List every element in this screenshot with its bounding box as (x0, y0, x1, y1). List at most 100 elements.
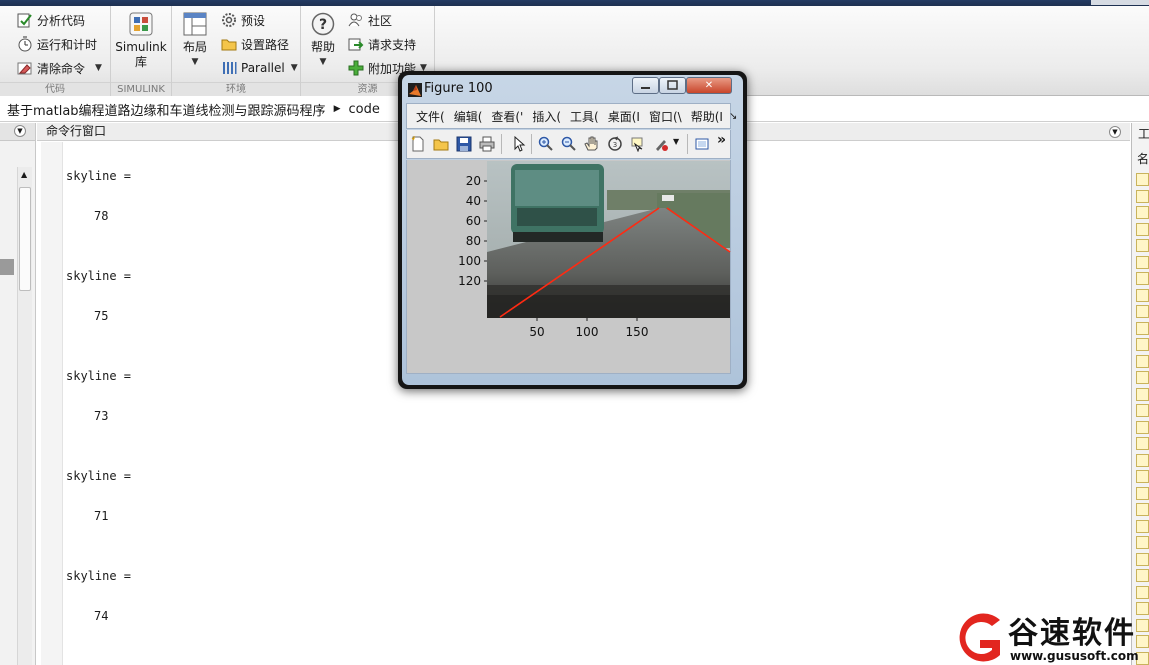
workspace-variable-icon[interactable] (1136, 420, 1149, 434)
menu-view[interactable]: 查看(' (491, 108, 523, 125)
left-panel-scroll-thumb[interactable] (19, 187, 31, 291)
folder-icon (221, 36, 237, 52)
workspace-variable-icon[interactable] (1136, 288, 1149, 302)
print-icon[interactable] (479, 136, 495, 152)
clear-commands-button[interactable]: 清除命令 ▼ (17, 57, 102, 79)
scroll-up-icon[interactable]: ▲ (21, 170, 27, 179)
gear-icon (221, 12, 237, 28)
menu-edit[interactable]: 编辑( (454, 108, 483, 125)
x-tick-label: 100 (576, 325, 599, 339)
selected-file-marker[interactable] (0, 259, 14, 275)
path-folder-segment[interactable]: 基于matlab编程道路边缘和车道线检测与跟踪源码程序 (7, 100, 326, 119)
y-tick-label: 60 (466, 214, 481, 228)
new-figure-icon[interactable] (410, 136, 426, 152)
svg-text:3: 3 (613, 141, 617, 149)
menu-help[interactable]: 帮助(I (691, 108, 723, 125)
workspace-variable-icon[interactable] (1136, 354, 1149, 368)
layout-button[interactable]: 布局 ▼ (178, 12, 212, 70)
brush-caret-icon[interactable]: ▼ (673, 137, 679, 146)
x-tick-label: 150 (626, 325, 649, 339)
workspace-variable-icon[interactable] (1136, 552, 1149, 566)
code-group: 分析代码 运行和计时 清除命令 ▼ 代码 (0, 6, 111, 96)
x-axis-ticks: 50 100 150 (529, 318, 648, 339)
workspace-variable-icon[interactable] (1136, 585, 1149, 599)
link-plot-icon[interactable] (695, 136, 711, 152)
simulink-library-button[interactable]: Simulink 库 (111, 12, 171, 70)
brush-icon[interactable] (653, 136, 669, 152)
workspace-variable-icon[interactable] (1136, 255, 1149, 269)
community-button[interactable]: 社区 (348, 9, 392, 31)
workspace-variable-icon[interactable] (1136, 173, 1149, 186)
eraser-icon (17, 60, 33, 76)
left-panel-collapse-icon[interactable]: ▼ (14, 125, 26, 137)
set-path-button[interactable]: 设置路径 (221, 33, 289, 55)
window-control-strip[interactable] (1091, 0, 1149, 5)
menu-insert[interactable]: 插入( (532, 108, 561, 125)
run-and-time-button[interactable]: 运行和计时 (17, 33, 97, 55)
minimize-button[interactable] (632, 77, 659, 94)
workspace-variable-icon[interactable] (1136, 486, 1149, 500)
data-cursor-icon[interactable] (630, 136, 646, 153)
figure-window[interactable]: Figure 100 ✕ 文件( 编辑( 查看(' 插入( 工具( 桌面(I 窗… (398, 71, 747, 389)
help-button[interactable]: ? 帮助 ▼ (307, 12, 339, 70)
pan-hand-icon[interactable] (584, 136, 600, 152)
menu-file[interactable]: 文件( (416, 108, 445, 125)
output-var-label: skyline = (66, 169, 132, 183)
command-window-menu-icon[interactable]: ▼ (1109, 126, 1121, 138)
workspace-variable-icon[interactable] (1136, 206, 1149, 219)
select-arrow-icon[interactable] (511, 135, 527, 152)
workspace-variable-icon[interactable] (1136, 536, 1149, 549)
analyze-code-button[interactable]: 分析代码 (17, 9, 85, 31)
save-icon[interactable] (456, 136, 472, 152)
workspace-variable-icon[interactable] (1136, 503, 1149, 516)
path-sub-segment[interactable]: code (348, 102, 379, 117)
clear-commands-label: 清除命令 (37, 61, 86, 76)
menu-window[interactable]: 窗口(\ (649, 108, 682, 125)
left-panel-scrollbar[interactable]: ▲ (17, 167, 32, 665)
workspace-variable-icon[interactable] (1136, 321, 1149, 335)
workspace-variable-icon[interactable] (1136, 470, 1149, 483)
output-var-label: skyline = (66, 369, 132, 383)
workspace-variable-icon[interactable] (1136, 305, 1149, 318)
workspace-variable-icon[interactable] (1136, 371, 1149, 384)
workspace-variable-icon[interactable] (1136, 338, 1149, 351)
analyze-code-label: 分析代码 (37, 13, 86, 28)
plus-icon (348, 60, 364, 76)
request-support-button[interactable]: 请求支持 (348, 33, 416, 55)
simulink-library-icon (129, 12, 153, 36)
parallel-button[interactable]: Parallel ▼ (221, 57, 298, 79)
rotate-3d-icon[interactable]: 3 (607, 136, 623, 152)
preferences-button[interactable]: 预设 (221, 9, 265, 31)
watermark-url: www.gususoft.com (1010, 649, 1139, 663)
watermark: 谷速软件 www.gususoft.com (950, 608, 1149, 665)
maximize-button[interactable] (659, 77, 686, 94)
close-button[interactable]: ✕ (686, 77, 732, 94)
zoom-out-icon[interactable] (561, 136, 577, 152)
menu-tools[interactable]: 工具( (570, 108, 599, 125)
zoom-in-icon[interactable] (538, 136, 554, 152)
workspace-variable-icon[interactable] (1136, 272, 1149, 285)
image-axes[interactable]: 20 40 60 80 100 120 50 100 150 (407, 160, 732, 374)
environment-group: 布局 ▼ 预设 设置路径 Parallel ▼ 环境 (172, 6, 301, 96)
y-tick-label: 80 (466, 234, 481, 248)
workspace-variable-icon[interactable] (1136, 239, 1149, 252)
toolbar-overflow-icon[interactable]: » (717, 132, 726, 148)
workspace-variable-icon[interactable] (1136, 453, 1149, 467)
menu-overflow-icon[interactable]: ↘ (729, 111, 737, 122)
workspace-variable-icon[interactable] (1136, 189, 1149, 203)
set-path-label: 设置路径 (241, 37, 290, 52)
open-file-icon[interactable] (433, 136, 449, 152)
workspace-variable-icon[interactable] (1136, 437, 1149, 450)
workspace-variable-icon[interactable] (1136, 387, 1149, 401)
workspace-variable-icon[interactable] (1136, 404, 1149, 417)
run-time-label: 运行和计时 (37, 37, 98, 52)
svg-text:?: ? (319, 17, 327, 33)
x-tick-label: 50 (529, 325, 544, 339)
workspace-variable-icon[interactable] (1136, 222, 1149, 236)
workspace-variable-icon[interactable] (1136, 569, 1149, 582)
layout-icon (183, 12, 207, 36)
environment-group-label: 环境 (172, 82, 300, 96)
support-icon (348, 36, 364, 52)
menu-desktop[interactable]: 桌面(I (608, 108, 640, 125)
workspace-variable-icon[interactable] (1136, 519, 1149, 533)
